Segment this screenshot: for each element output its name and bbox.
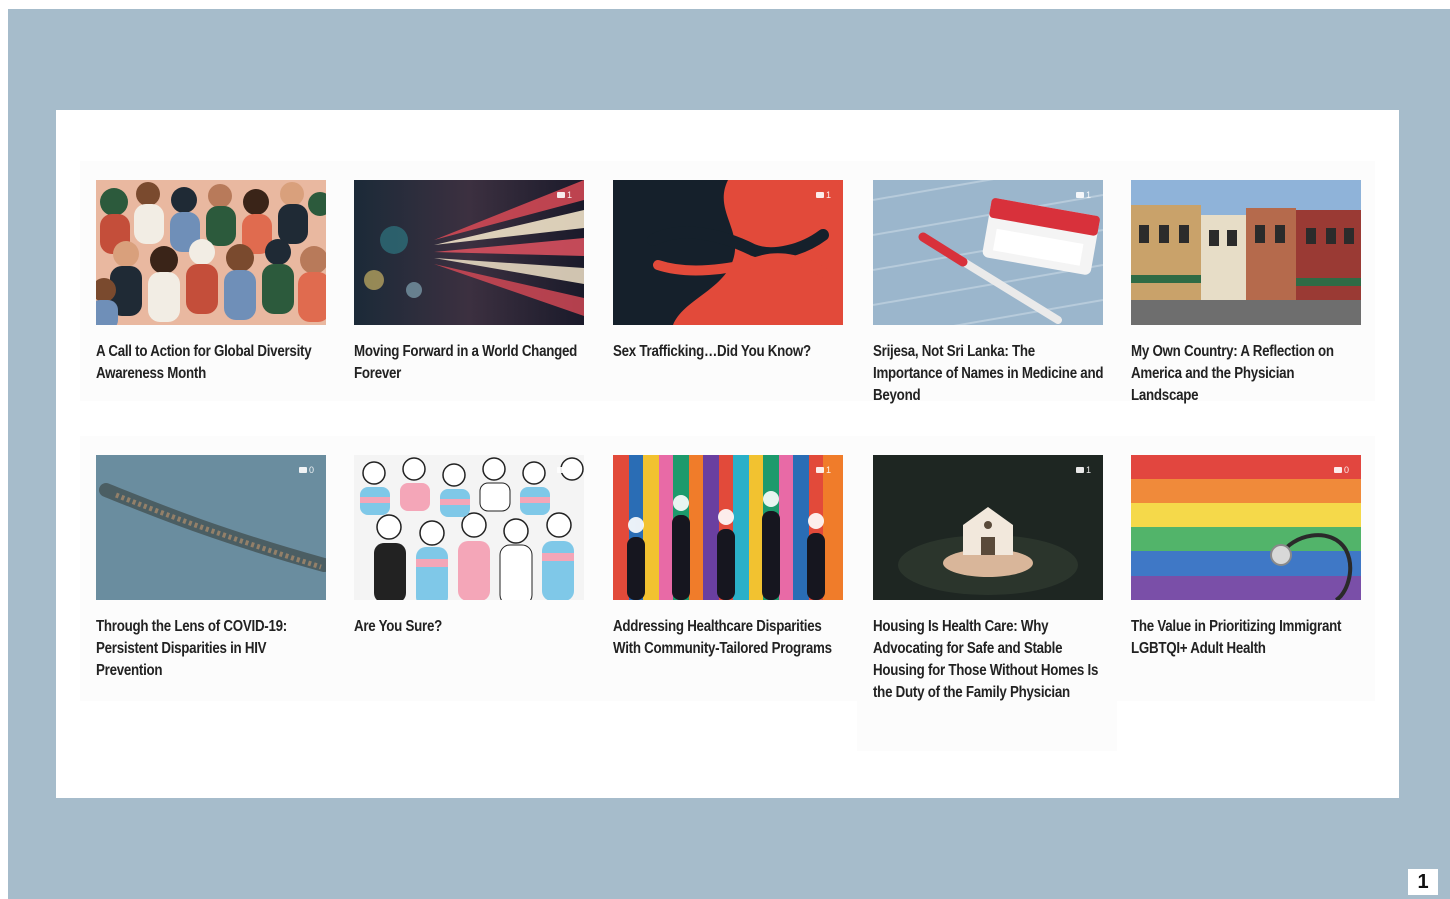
aerial-crowd-water-photo — [96, 455, 326, 600]
article-title[interactable]: Srijesa, Not Sri Lanka: The Importance o… — [873, 341, 1105, 407]
article-thumbnail[interactable]: 1 — [354, 180, 584, 325]
article-title[interactable]: Are You Sure? — [354, 616, 586, 638]
article-thumbnail[interactable]: 0 — [1131, 455, 1361, 600]
article-card[interactable]: 0 Through the Lens of COVID-19: Persiste… — [80, 436, 340, 701]
article-card[interactable]: 1 Moving Forward in a World Changed Fore… — [338, 161, 598, 401]
article-card[interactable]: 0 The Value in Prioritizing Immigrant LG… — [1115, 436, 1375, 701]
comment-icon — [815, 467, 824, 473]
diverse-crowd-illustration — [96, 180, 326, 325]
article-thumbnail[interactable]: 1 — [613, 180, 843, 325]
article-thumbnail[interactable] — [96, 180, 326, 325]
comment-icon — [1075, 467, 1084, 473]
comment-count-badge: 1 — [556, 465, 572, 475]
article-thumbnail[interactable]: 1 — [354, 455, 584, 600]
article-grid-panel: A Call to Action for Global Diversity Aw… — [56, 110, 1399, 798]
hello-name-tag-photo — [873, 180, 1103, 325]
comment-count-badge: 1 — [1075, 465, 1091, 475]
comment-count-badge: 0 — [1333, 465, 1349, 475]
article-title[interactable]: A Call to Action for Global Diversity Aw… — [96, 341, 328, 385]
comment-icon — [556, 467, 565, 473]
article-card[interactable]: 1 Addressing Healthcare Disparities With… — [597, 436, 857, 701]
article-card[interactable]: 1 Are You Sure? — [338, 436, 598, 701]
article-title[interactable]: Addressing Healthcare Disparities With C… — [613, 616, 845, 660]
article-title[interactable]: Sex Trafficking…Did You Know? — [613, 341, 845, 363]
comment-icon — [298, 467, 307, 473]
blurred-light-streaks-photo — [354, 180, 584, 325]
rainbow-flag-stethoscope-photo — [1131, 455, 1361, 600]
comment-icon — [1075, 192, 1084, 198]
comment-icon — [556, 192, 565, 198]
article-card[interactable]: 1 Srijesa, Not Sri Lanka: The Importance… — [857, 161, 1117, 404]
article-thumbnail[interactable]: 1 — [873, 455, 1103, 600]
trans-flag-crowd-illustration — [354, 455, 584, 600]
comment-count-badge: 1 — [556, 190, 572, 200]
page-number: 1 — [1408, 869, 1438, 895]
article-title[interactable]: The Value in Prioritizing Immigrant LGBT… — [1131, 616, 1363, 660]
article-card[interactable]: A Call to Action for Global Diversity Aw… — [80, 161, 340, 401]
article-title[interactable]: My Own Country: A Reflection on America … — [1131, 341, 1363, 407]
article-thumbnail[interactable]: 1 — [873, 180, 1103, 325]
comment-count-badge: 1 — [1075, 190, 1091, 200]
article-title[interactable]: Moving Forward in a World Changed Foreve… — [354, 341, 586, 385]
article-thumbnail[interactable]: 1 — [613, 455, 843, 600]
comment-count-badge: 1 — [815, 190, 831, 200]
article-thumbnail[interactable] — [1131, 180, 1361, 325]
article-title[interactable]: Housing Is Health Care: Why Advocating f… — [873, 616, 1105, 704]
hands-holding-house-photo — [873, 455, 1103, 600]
colorful-people-silhouettes-illustration — [613, 455, 843, 600]
article-card[interactable]: 1 Housing Is Health Care: Why Advocating… — [857, 436, 1117, 751]
red-black-hug-illustration — [613, 180, 843, 325]
article-grid: A Call to Action for Global Diversity Aw… — [56, 110, 1399, 798]
comment-count-badge: 0 — [298, 465, 314, 475]
article-thumbnail[interactable]: 0 — [96, 455, 326, 600]
comment-icon — [815, 192, 824, 198]
article-title[interactable]: Through the Lens of COVID-19: Persistent… — [96, 616, 328, 682]
comment-icon — [1333, 467, 1342, 473]
small-town-storefronts-photo — [1131, 180, 1361, 325]
comment-count-badge: 1 — [815, 465, 831, 475]
article-card[interactable]: 1 Sex Trafficking…Did You Know? — [597, 161, 857, 401]
article-card[interactable]: My Own Country: A Reflection on America … — [1115, 161, 1375, 404]
